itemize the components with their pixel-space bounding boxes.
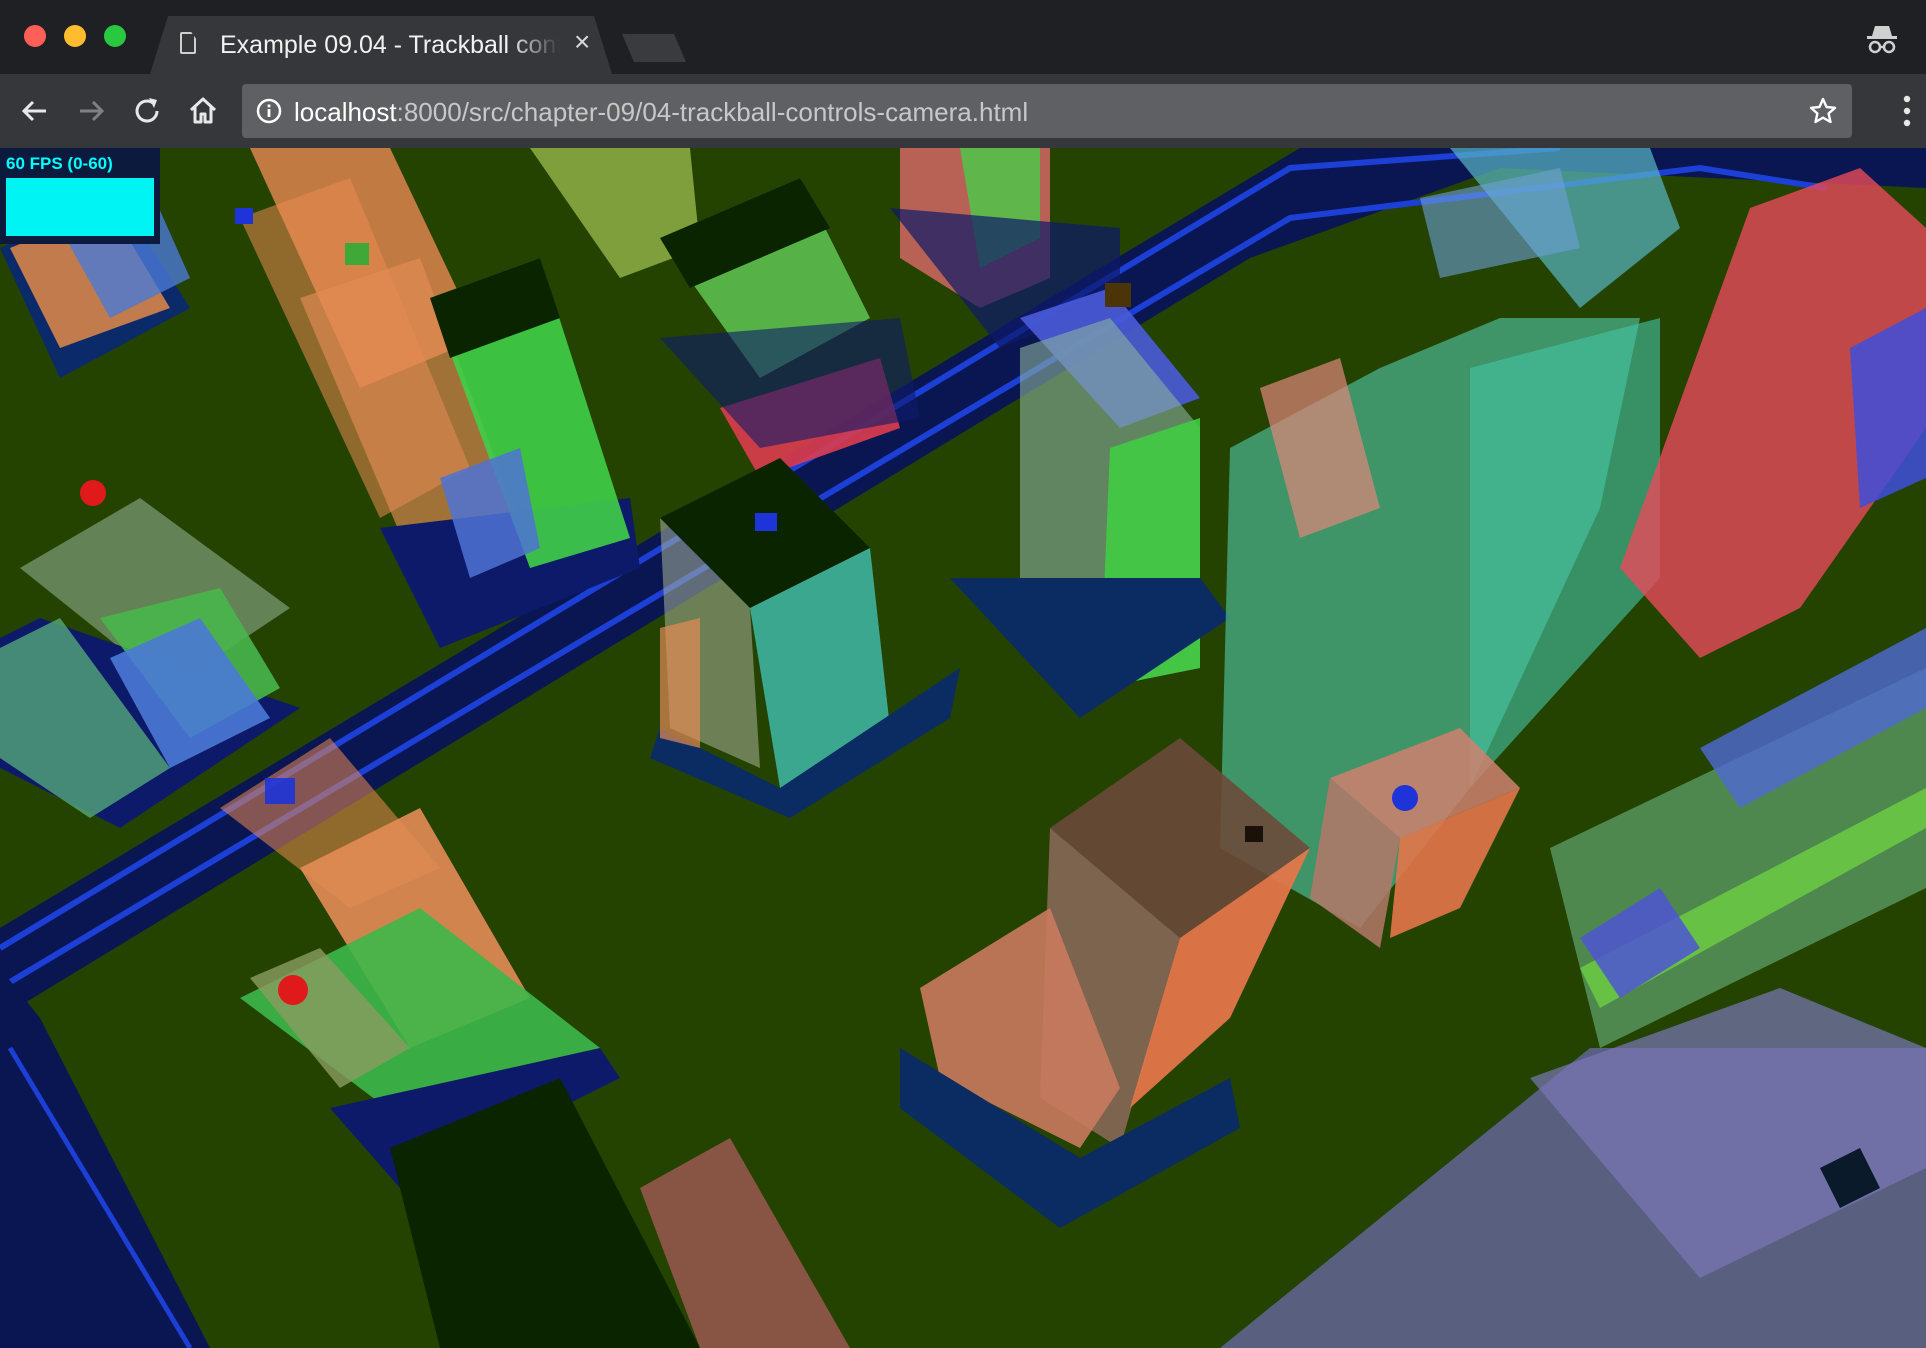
webgl-canvas[interactable] [0,148,1926,1348]
incognito-icon [1867,26,1897,54]
window-minimize-button[interactable] [64,25,86,47]
fps-graph-fill [6,178,154,236]
tab-title: Example 09.04 - Trackball controls camer… [220,31,560,59]
window-close-button[interactable] [24,25,46,47]
forward-arrow-icon [80,100,105,122]
back-arrow-icon [21,100,46,122]
tab-active[interactable]: Example 09.04 - Trackball controls camer… [150,16,612,74]
home-icon [189,97,217,124]
url-path: :8000/src/chapter-09/04-trackball-contro… [396,97,1029,127]
star-icon[interactable] [1808,96,1838,126]
url-host: localhost [294,97,397,127]
info-icon[interactable] [256,98,282,124]
browser-window: Example 09.04 - Trackball controls camer… [0,0,1926,1348]
document-icon [180,32,196,54]
browser-toolbar: localhost:8000/src/chapter-09/04-trackba… [0,74,1926,148]
url-text[interactable]: localhost:8000/src/chapter-09/04-trackba… [294,97,1028,128]
tab-close-icon[interactable]: × [574,28,590,56]
tab-strip: Example 09.04 - Trackball controls camer… [0,0,1926,74]
new-tab-button[interactable] [622,34,686,62]
address-bar[interactable]: localhost:8000/src/chapter-09/04-trackba… [242,84,1852,138]
back-button[interactable] [16,92,54,130]
fps-stats-panel[interactable]: 60 FPS (0-60) [0,148,160,244]
city-scene [0,148,1926,1348]
fps-label: 60 FPS (0-60) [6,154,113,173]
reload-button[interactable] [128,92,166,130]
home-button[interactable] [184,92,222,130]
forward-button[interactable] [72,92,110,130]
fps-graph [6,178,154,236]
window-maximize-button[interactable] [104,25,126,47]
reload-icon [135,98,159,123]
kebab-menu-icon[interactable] [1902,94,1912,128]
